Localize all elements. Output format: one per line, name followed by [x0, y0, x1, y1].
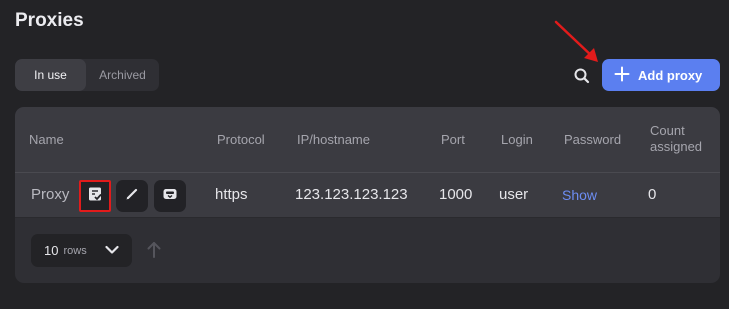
- status-tabs: In use Archived: [15, 59, 159, 91]
- proxy-ip: 123.123.123.123: [295, 186, 408, 203]
- proxy-protocol: https: [215, 186, 248, 203]
- add-proxy-button[interactable]: Add proxy: [602, 59, 720, 91]
- col-protocol: Protocol: [217, 132, 265, 147]
- check-list-button[interactable]: [79, 180, 111, 212]
- archive-icon: [162, 186, 178, 207]
- show-password-link[interactable]: Show: [562, 187, 597, 203]
- col-ip: IP/hostname: [297, 132, 370, 147]
- col-count-assigned: Count assigned: [650, 123, 703, 154]
- rows-per-page-unit: rows: [63, 244, 87, 257]
- col-name: Name: [29, 132, 64, 147]
- proxy-name: Proxy: [31, 186, 70, 203]
- check-list-icon: [87, 186, 103, 207]
- tab-in-use[interactable]: In use: [15, 59, 86, 91]
- tab-archived[interactable]: Archived: [86, 59, 159, 91]
- plus-icon: [614, 66, 630, 85]
- table-header: Name Protocol IP/hostname Port Login Pas…: [15, 107, 720, 173]
- chevron-down-icon: [105, 245, 119, 254]
- col-password: Password: [564, 132, 622, 147]
- pencil-icon: [124, 186, 140, 207]
- proxy-count: 0: [648, 186, 657, 203]
- archive-button[interactable]: [154, 180, 186, 212]
- table-row[interactable]: Proxy https 123.123.123.123 1000 user Sh…: [15, 173, 720, 218]
- arrow-up-icon[interactable]: [147, 241, 161, 259]
- add-proxy-label: Add proxy: [638, 67, 703, 83]
- col-login: Login: [501, 132, 533, 147]
- rows-per-page-select[interactable]: 10 rows: [31, 234, 132, 267]
- proxies-table: Name Protocol IP/hostname Port Login Pas…: [15, 107, 720, 283]
- proxy-port: 1000: [439, 186, 473, 203]
- page-title: Proxies: [15, 10, 84, 31]
- edit-button[interactable]: [116, 180, 148, 212]
- col-port: Port: [441, 132, 465, 147]
- proxy-login: user: [499, 186, 529, 203]
- annotation-arrow: [550, 16, 610, 72]
- rows-per-page-value: 10: [44, 243, 59, 258]
